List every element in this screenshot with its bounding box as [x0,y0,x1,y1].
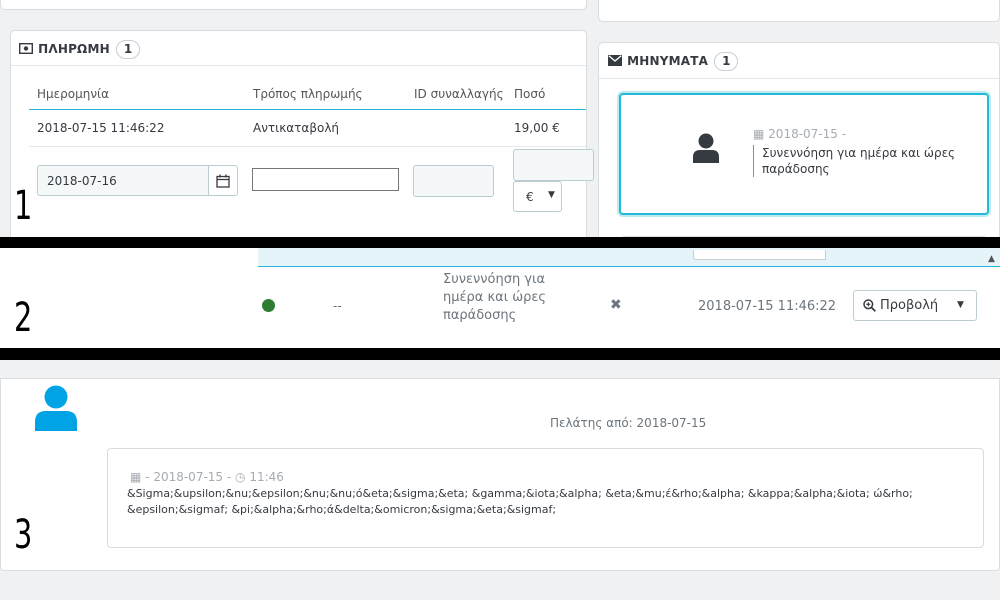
payment-count-badge: 1 [115,40,141,59]
messages-panel: ΜΗΝΥΜΑΤΑ 1 ▦ 2018-07-15 - Συνεννόηση για … [598,42,1000,237]
col-transaction-id: ID συναλλαγής [414,87,504,101]
transaction-id-input[interactable] [413,165,494,197]
customer-avatar-icon [693,133,719,163]
step-label-2: 2 [14,295,33,341]
date-picker-button[interactable] [208,165,238,196]
close-icon[interactable]: ✖ [610,297,622,313]
messages-header: ΜΗΝΥΜΑΤΑ 1 [608,50,739,71]
row-date: 2018-07-15 11:46:22 [698,299,837,314]
message-date-line: ▦ 2018-07-15 - [753,127,846,141]
section-messages-table-row: -- Συνεννόηση για ημέρα και ώρες παράδοσ… [0,248,1000,348]
currency-select[interactable]: € ▼ [513,181,562,212]
row-status-dash: -- [333,299,342,313]
thread-message-box: ▦ - 2018-07-15 - ◷ 11:46 &Sigma;&upsilon… [107,448,984,548]
row-message-text: Συνεννόηση για ημέρα και ώρες παράδοσης [443,272,547,323]
status-dot-icon [262,299,275,312]
section-order-payment: ΠΛΗΡΩΜΗ 1 Ημερομηνία Τρόπος πληρωμής ID σ… [0,0,1000,237]
calendar-icon: ▦ [130,470,142,484]
thread-meta: ▦ - 2018-07-15 - ◷ 11:46 [130,470,284,484]
customer-avatar-icon [35,385,77,431]
caret-down-icon: ▼ [548,190,555,200]
thread-time: 11:46 [249,470,284,484]
message-date: 2018-07-15 - [768,127,847,141]
messages-title: ΜΗΝΥΜΑΤΑ [627,54,709,68]
calendar-icon [216,174,230,188]
payment-title: ΠΛΗΡΩΜΗ [38,42,110,56]
payment-panel: ΠΛΗΡΩΜΗ 1 Ημερομηνία Τρόπος πληρωμής ID σ… [10,30,594,237]
payment-method-input[interactable] [252,168,399,191]
calendar-icon: ▦ [753,127,765,141]
amount-input[interactable] [513,149,594,181]
payment-date-input[interactable]: 2018-07-16 [37,165,209,196]
message-text: Συνεννόηση για ημέρα και ώρες παράδοσης [753,145,972,177]
messages-count-badge: 1 [714,52,739,71]
divider-bar-1 [0,237,1000,248]
clock-icon: ◷ [235,470,246,484]
thread-date: - 2018-07-15 - [145,470,232,484]
table-header-strip [258,248,1000,266]
payment-row-date: 2018-07-15 11:46:22 [37,121,165,135]
view-button-label: Προβολή [880,298,939,313]
col-amount: Ποσό [514,87,546,101]
step-label-1: 1 [14,183,33,229]
envelope-icon [608,55,622,66]
scroll-up-icon[interactable]: ▲ [988,254,995,264]
section-customer-thread: Πελάτης από: 2018-07-15 ▦ - 2018-07-15 -… [0,360,1000,600]
zoom-in-icon [863,299,876,312]
payment-date-value: 2018-07-16 [47,174,117,188]
caret-down-icon[interactable]: ▼ [957,300,964,310]
top-panel-right [598,0,1000,22]
view-button[interactable]: Προβολή ▼ [853,290,977,321]
top-panel-left [0,0,587,10]
message-card[interactable]: ▦ 2018-07-15 - Συνεννόηση για ημέρα και … [619,93,989,215]
currency-value: € [526,190,534,204]
payment-row-method: Αντικαταβολή [253,121,340,135]
step-label-3: 3 [14,512,33,558]
payment-row-amount: 19,00 € [514,121,560,135]
col-date: Ημερομηνία [37,87,110,101]
divider-bar-2 [0,348,1000,360]
customer-since: Πελάτης από: 2018-07-15 [550,416,707,430]
payment-header: ΠΛΗΡΩΜΗ 1 [18,38,141,59]
col-method: Τρόπος πληρωμής [253,87,363,101]
thread-message-body: &Sigma;&upsilon;&nu;&epsilon;&nu;&nu;ό&e… [127,487,913,516]
money-icon [18,42,34,55]
thread-panel: Πελάτης από: 2018-07-15 ▦ - 2018-07-15 -… [0,378,1000,571]
